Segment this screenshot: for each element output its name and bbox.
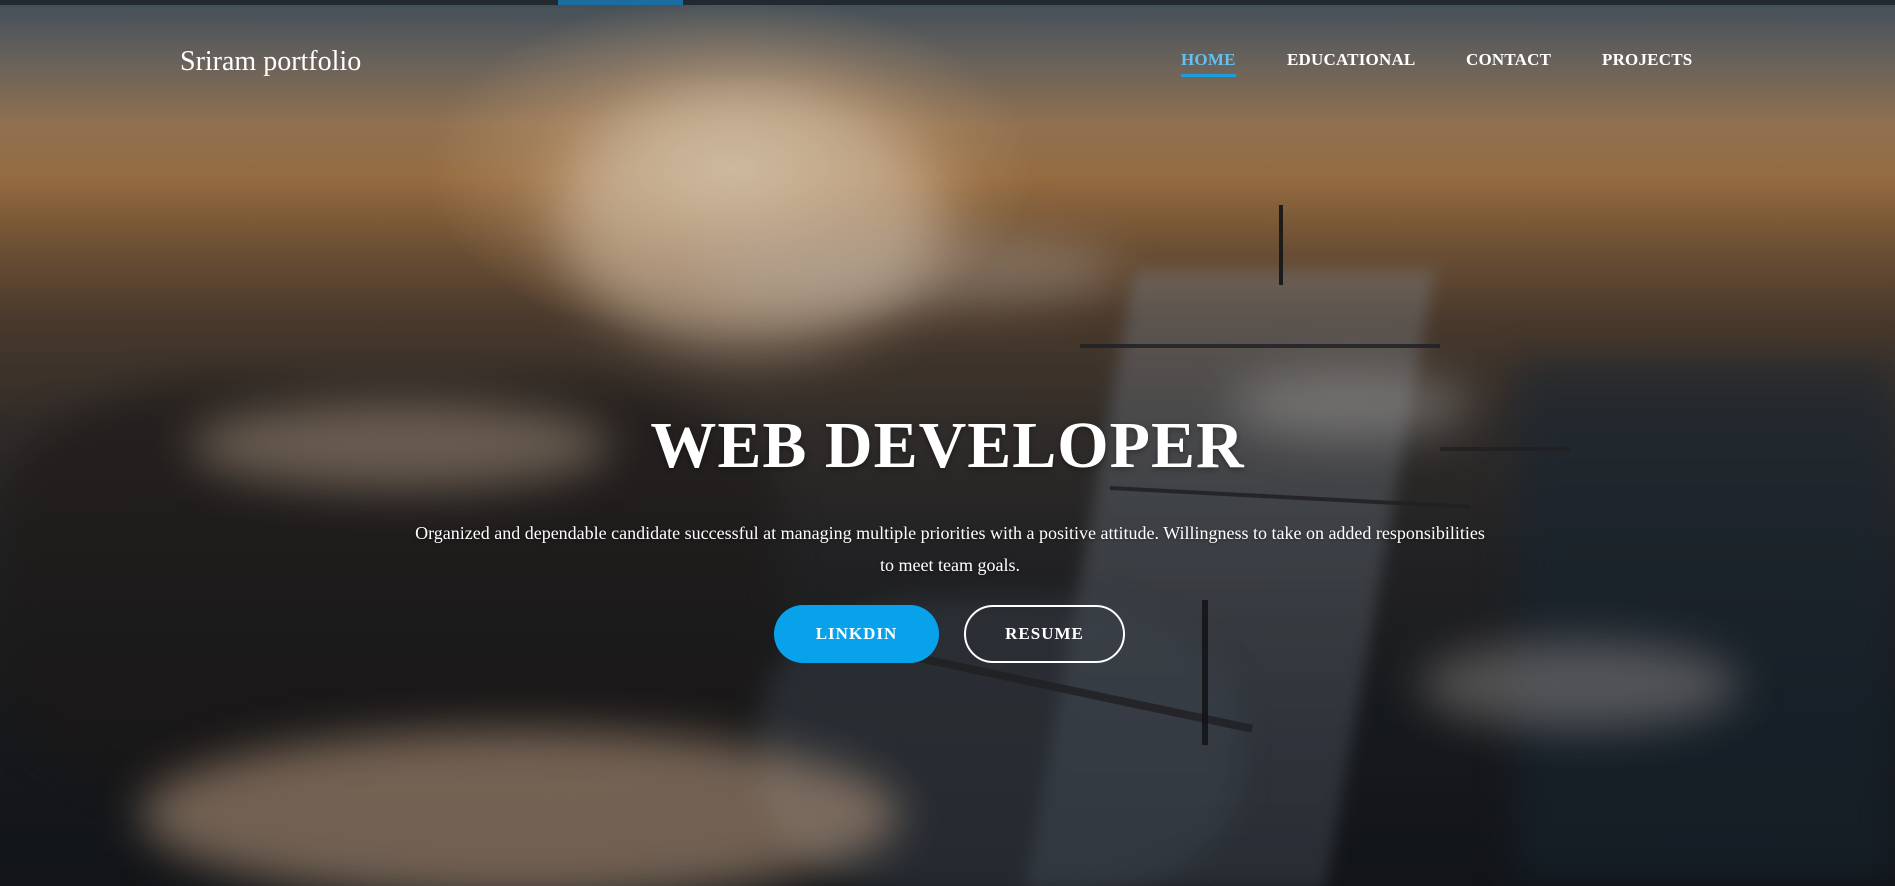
hero-section: WEB DEVELOPER Organized and dependable c… [0,0,1895,886]
nav-item-educational[interactable]: EDUCATIONAL [1287,50,1415,74]
hero-tagline: Organized and dependable candidate succe… [415,523,1485,575]
linkedin-button[interactable]: LINKDIN [774,605,939,663]
main-nav: HOME EDUCATIONAL CONTACT PROJECTS [0,50,1895,90]
scroll-progress-fill [558,0,683,5]
nav-item-contact[interactable]: CONTACT [1466,50,1551,74]
site-header: Sriram portfolio HOME EDUCATIONAL CONTAC… [0,5,1895,125]
nav-item-projects[interactable]: PROJECTS [1602,50,1692,74]
resume-button[interactable]: RESUME [964,605,1125,663]
hero-headline: WEB DEVELOPER [650,409,1245,482]
nav-item-home[interactable]: HOME [1181,50,1236,77]
scroll-progress-bar [0,0,1895,5]
